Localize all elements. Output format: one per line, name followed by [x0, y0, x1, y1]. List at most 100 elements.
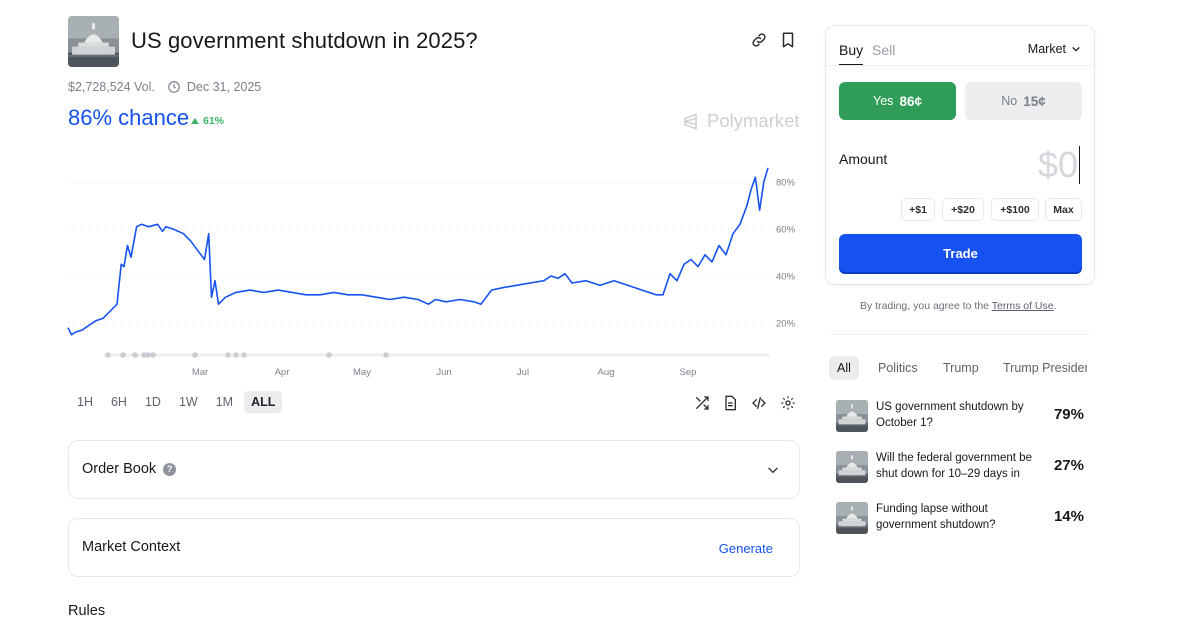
terms-link[interactable]: Terms of Use	[992, 300, 1054, 312]
rules-heading: Rules	[68, 603, 106, 619]
time-range-selector: 1H 6H 1D 1W 1M ALL	[70, 391, 283, 413]
bookmark-icon[interactable]	[779, 31, 797, 49]
range-1d[interactable]: 1D	[138, 391, 168, 413]
brand-name: Polymarket	[707, 110, 800, 131]
market-meta: $2,728,524 Vol. Dec 31, 2025	[68, 80, 261, 94]
order-book-panel[interactable]: Order Book ?	[68, 440, 800, 499]
terms-suffix: .	[1053, 300, 1057, 312]
code-icon[interactable]	[751, 395, 767, 411]
x-tick-label: Jun	[436, 367, 451, 378]
market-title: US government shutdown in 2025?	[131, 28, 478, 53]
related-filters: All Politics Trump Trump Presidency	[829, 356, 1087, 380]
event-marker	[150, 352, 156, 358]
event-marker	[105, 352, 111, 358]
price-chart[interactable]: 80% 60% 40% 20% Mar Apr May Jun Jul Aug Sep	[60, 160, 810, 385]
event-marker	[383, 352, 389, 358]
text-cursor	[1079, 146, 1080, 184]
related-market-image	[836, 400, 868, 432]
event-marker	[132, 352, 138, 358]
range-1h[interactable]: 1H	[70, 391, 100, 413]
chance-change-value: 61%	[203, 115, 225, 127]
event-marker	[120, 352, 126, 358]
quick-max[interactable]: Max	[1045, 198, 1082, 221]
event-marker	[225, 352, 231, 358]
divider	[826, 65, 1094, 66]
x-tick-label: Mar	[192, 367, 208, 378]
terms-prefix: By trading, you agree to the	[860, 300, 989, 312]
related-market-title: US government shutdown by October 1?	[876, 401, 1024, 429]
amount-value: $0	[1037, 144, 1078, 185]
chart-grid	[68, 181, 772, 324]
chance-value: 86% chance	[68, 105, 190, 130]
related-market-chance: 14%	[1053, 508, 1084, 525]
range-all[interactable]: ALL	[244, 391, 283, 413]
y-axis-ticks: 80% 60% 40% 20%	[776, 178, 796, 330]
no-price: 15¢	[1023, 93, 1046, 109]
related-market-title: Will the federal government be shut down…	[876, 452, 1032, 480]
trade-button[interactable]: Trade	[839, 234, 1082, 272]
order-type-select[interactable]: Market	[1028, 42, 1081, 56]
event-marker	[326, 352, 332, 358]
quick-add-1[interactable]: +$1	[901, 198, 935, 221]
event-marker	[233, 352, 239, 358]
yes-price: 86¢	[899, 93, 922, 109]
link-icon[interactable]	[750, 31, 768, 49]
filter-all[interactable]: All	[829, 356, 859, 380]
range-1w[interactable]: 1W	[172, 391, 205, 413]
related-market-title: Funding lapse without government shutdow…	[876, 503, 996, 531]
filter-trump-presidency[interactable]: Trump Presidency	[1003, 356, 1087, 380]
y-tick-label: 60%	[776, 225, 796, 236]
related-market-item[interactable]: Funding lapse without government shutdow…	[836, 501, 1092, 535]
quick-add-100[interactable]: +$100	[991, 198, 1039, 221]
volume-text: $2,728,524 Vol.	[68, 80, 155, 94]
related-market-chance: 27%	[1053, 457, 1084, 474]
x-tick-label: Apr	[275, 367, 290, 378]
yes-label: Yes	[873, 94, 894, 108]
related-market-image	[836, 502, 868, 534]
order-type-value: Market	[1027, 42, 1066, 56]
market-image	[68, 16, 119, 67]
event-marker	[145, 352, 151, 358]
polymarket-icon	[684, 113, 697, 129]
chance-change: 61%	[191, 115, 224, 127]
related-market-item[interactable]: US government shutdown by October 1? 79%	[836, 399, 1092, 433]
x-axis-ticks: Mar Apr May Jun Jul Aug Sep	[192, 367, 697, 378]
terms-notice: By trading, you agree to the Terms of Us…	[860, 300, 1057, 312]
quick-add-20[interactable]: +$20	[942, 198, 984, 221]
gear-icon[interactable]	[780, 395, 796, 411]
order-book-title: Order Book ?	[82, 461, 177, 477]
order-book-label: Order Book	[82, 461, 157, 477]
event-marker	[192, 352, 198, 358]
chevron-down-icon[interactable]	[766, 463, 780, 477]
y-tick-label: 40%	[776, 272, 796, 283]
generate-button[interactable]: Generate	[719, 541, 773, 556]
x-tick-label: Sep	[680, 367, 697, 378]
shuffle-icon[interactable]	[694, 395, 710, 411]
document-icon[interactable]	[722, 395, 738, 411]
filter-politics[interactable]: Politics	[878, 356, 918, 380]
x-tick-label: Jul	[517, 367, 529, 378]
filter-trump[interactable]: Trump	[943, 356, 979, 380]
end-date: Dec 31, 2025	[186, 80, 262, 94]
range-6h[interactable]: 6H	[104, 391, 134, 413]
y-tick-label: 20%	[776, 319, 796, 330]
no-button[interactable]: No 15¢	[965, 82, 1082, 120]
market-context-panel: Market Context Generate	[68, 518, 800, 577]
event-marker	[241, 352, 247, 358]
price-line	[67, 167, 769, 336]
no-label: No	[1001, 94, 1018, 108]
x-tick-label: May	[353, 367, 371, 378]
related-market-item[interactable]: Will the federal government be shut down…	[836, 450, 1092, 484]
event-markers	[104, 352, 770, 358]
range-1m[interactable]: 1M	[209, 391, 240, 413]
chevron-down-icon	[1072, 47, 1080, 52]
tab-sell[interactable]: Sell	[872, 42, 895, 58]
yes-button[interactable]: Yes 86¢	[839, 82, 956, 120]
trade-card: Buy Sell Market Yes 86¢ No 15¢ Amount $0…	[825, 25, 1095, 285]
x-tick-label: Aug	[598, 367, 615, 378]
amount-input[interactable]: $0	[1038, 144, 1080, 186]
help-icon[interactable]: ?	[163, 462, 177, 476]
related-market-image	[836, 451, 868, 483]
tab-buy[interactable]: Buy	[839, 42, 863, 58]
related-market-chance: 79%	[1053, 406, 1084, 423]
